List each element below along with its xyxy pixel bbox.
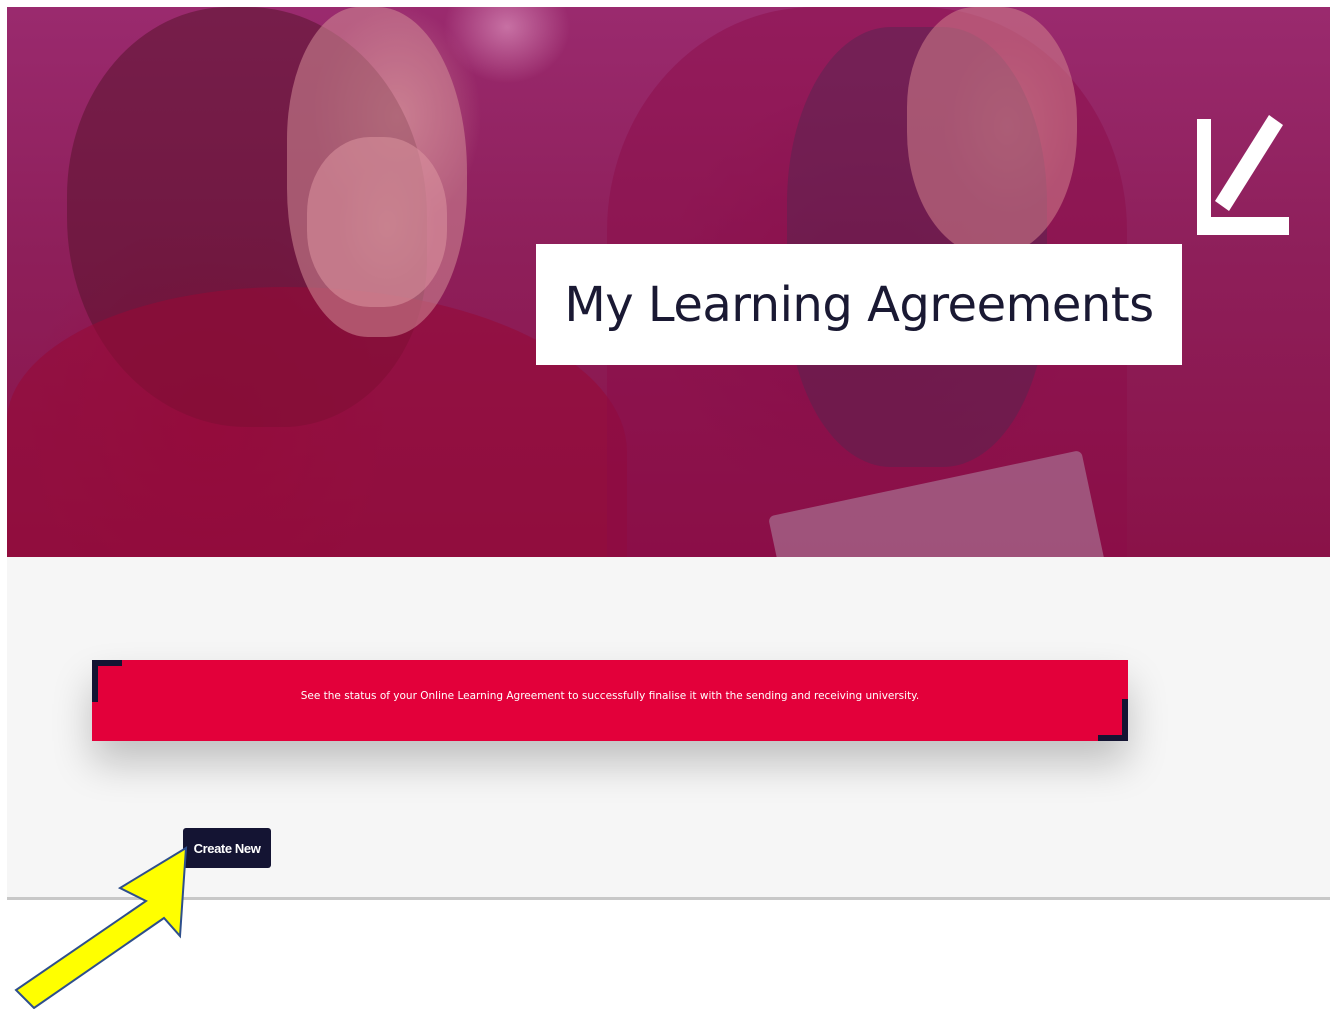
hero-photo-hand — [307, 137, 447, 307]
page: My Learning Agreements See the status of… — [0, 0, 1335, 1009]
notice-corner-bottom-right — [1098, 699, 1128, 741]
pointer-arrow-icon — [14, 846, 188, 1009]
page-title: My Learning Agreements — [564, 276, 1154, 333]
page-title-box: My Learning Agreements — [536, 244, 1182, 365]
status-notice-banner: See the status of your Online Learning A… — [92, 660, 1128, 741]
hero-photo-face-right — [907, 7, 1077, 257]
hero-photo-sweater — [7, 287, 627, 557]
status-notice-text: See the status of your Online Learning A… — [300, 689, 920, 702]
corner-arrow-logo-icon — [1197, 115, 1289, 235]
notice-corner-top-left — [92, 660, 122, 702]
